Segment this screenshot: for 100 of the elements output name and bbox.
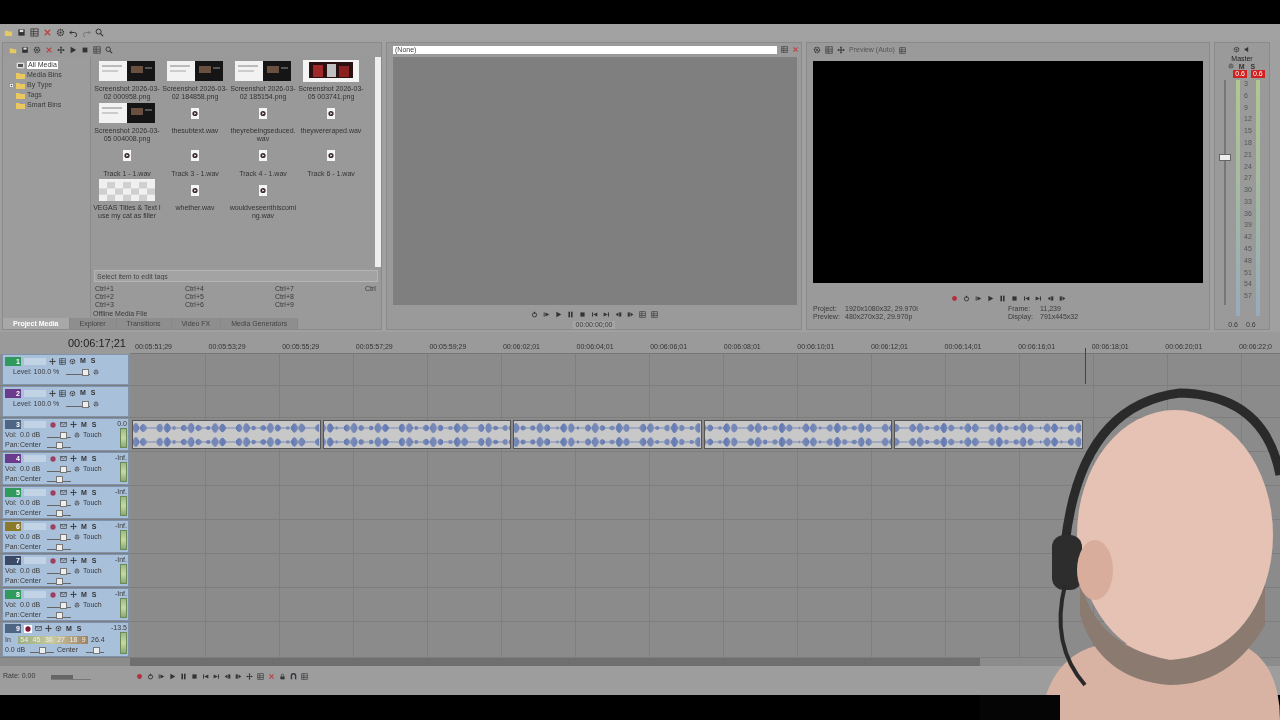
envelope-icon[interactable] bbox=[60, 421, 67, 428]
move-icon[interactable] bbox=[70, 557, 77, 564]
track-name-field[interactable] bbox=[24, 557, 46, 564]
play-from-start-icon[interactable] bbox=[542, 310, 550, 318]
audio-clip[interactable] bbox=[322, 420, 512, 449]
stop-icon[interactable] bbox=[1010, 294, 1018, 302]
record-icon[interactable] bbox=[950, 294, 958, 302]
gear-icon[interactable] bbox=[74, 465, 80, 472]
move-icon[interactable] bbox=[70, 421, 77, 428]
envelope-icon[interactable] bbox=[60, 557, 67, 564]
gear-icon[interactable] bbox=[74, 533, 80, 540]
grid-icon[interactable] bbox=[781, 46, 788, 53]
slider-thumb[interactable] bbox=[55, 441, 63, 449]
gear-icon[interactable] bbox=[74, 567, 80, 574]
track-name-field[interactable] bbox=[24, 523, 46, 530]
next-icon[interactable] bbox=[602, 310, 610, 318]
move-icon[interactable] bbox=[70, 523, 77, 530]
slider-thumb[interactable] bbox=[92, 647, 100, 655]
move-icon[interactable] bbox=[57, 46, 65, 54]
gear-icon[interactable] bbox=[93, 401, 99, 407]
track-name-field[interactable] bbox=[24, 389, 46, 397]
slider-thumb[interactable] bbox=[55, 543, 63, 551]
gear-icon[interactable] bbox=[74, 431, 80, 438]
loop-icon[interactable] bbox=[147, 672, 154, 680]
slider-thumb[interactable] bbox=[55, 611, 63, 619]
gear-icon[interactable] bbox=[69, 357, 76, 365]
play-icon[interactable] bbox=[169, 672, 176, 680]
close-icon[interactable] bbox=[268, 672, 275, 680]
audio-clip[interactable] bbox=[513, 420, 702, 449]
stop-icon[interactable] bbox=[578, 310, 586, 318]
loop-icon[interactable] bbox=[962, 294, 970, 302]
frame-back-icon[interactable] bbox=[614, 310, 622, 318]
grid-icon[interactable] bbox=[898, 46, 906, 54]
record-icon[interactable] bbox=[136, 672, 143, 680]
playhead-line[interactable] bbox=[1084, 348, 1086, 384]
gear-icon[interactable] bbox=[93, 369, 99, 375]
play-from-start-icon[interactable] bbox=[974, 294, 982, 302]
move-icon[interactable] bbox=[70, 591, 77, 598]
next-icon[interactable] bbox=[213, 672, 220, 680]
save-icon[interactable] bbox=[17, 27, 26, 37]
previous-icon[interactable] bbox=[1022, 294, 1030, 302]
close-icon[interactable] bbox=[43, 27, 52, 37]
lock-icon[interactable] bbox=[279, 672, 286, 680]
grid-icon[interactable] bbox=[257, 672, 264, 680]
next-icon[interactable] bbox=[1034, 294, 1042, 302]
audio-clip[interactable] bbox=[894, 420, 1083, 449]
envelope-icon[interactable] bbox=[35, 625, 42, 633]
gear-icon[interactable] bbox=[56, 27, 65, 37]
move-icon[interactable] bbox=[49, 357, 56, 365]
play-from-start-icon[interactable] bbox=[158, 672, 165, 680]
move-icon[interactable] bbox=[49, 389, 56, 397]
track-name-field[interactable] bbox=[24, 455, 46, 462]
magnet-icon[interactable] bbox=[290, 672, 297, 680]
search-icon[interactable] bbox=[105, 46, 113, 54]
pause-icon[interactable] bbox=[180, 672, 187, 680]
slider-thumb[interactable] bbox=[82, 369, 90, 376]
pause-icon[interactable] bbox=[998, 294, 1006, 302]
expand-icon[interactable] bbox=[9, 82, 14, 88]
gear-icon[interactable] bbox=[813, 46, 821, 54]
scrollbar[interactable] bbox=[130, 658, 980, 666]
slider-thumb[interactable] bbox=[59, 465, 67, 473]
grid-icon[interactable] bbox=[301, 672, 308, 680]
grid-icon[interactable] bbox=[59, 389, 66, 397]
slider-thumb[interactable] bbox=[82, 401, 90, 408]
grid-icon[interactable] bbox=[93, 46, 101, 54]
track-name-field[interactable] bbox=[24, 421, 46, 428]
grid-icon[interactable] bbox=[825, 46, 833, 54]
slider-thumb[interactable] bbox=[55, 577, 63, 585]
grid-icon[interactable] bbox=[59, 357, 66, 365]
gear-icon[interactable] bbox=[33, 46, 41, 54]
gear-icon[interactable] bbox=[74, 499, 80, 506]
gear-icon[interactable] bbox=[1233, 45, 1240, 53]
track-name-field[interactable] bbox=[24, 591, 46, 598]
slider-thumb[interactable] bbox=[55, 475, 63, 483]
move-icon[interactable] bbox=[70, 455, 77, 462]
slider-thumb[interactable] bbox=[59, 431, 67, 439]
track-name-field[interactable] bbox=[24, 357, 46, 365]
frame-back-icon[interactable] bbox=[1046, 294, 1054, 302]
stop-icon[interactable] bbox=[81, 46, 89, 54]
play-icon[interactable] bbox=[69, 46, 77, 54]
track-name-field[interactable] bbox=[24, 489, 46, 496]
grid-icon[interactable] bbox=[638, 310, 646, 318]
slider-thumb[interactable] bbox=[59, 567, 67, 575]
previous-icon[interactable] bbox=[590, 310, 598, 318]
save-icon[interactable] bbox=[21, 46, 29, 54]
envelope-icon[interactable] bbox=[60, 591, 67, 598]
loop-icon[interactable] bbox=[530, 310, 538, 318]
envelope-icon[interactable] bbox=[60, 489, 67, 496]
gear-icon[interactable] bbox=[69, 389, 76, 397]
play-icon[interactable] bbox=[554, 310, 562, 318]
gear-icon[interactable] bbox=[1227, 62, 1234, 69]
move-icon[interactable] bbox=[837, 46, 845, 54]
record-arm-button[interactable] bbox=[24, 624, 32, 633]
move-icon[interactable] bbox=[45, 625, 52, 633]
gear-icon[interactable] bbox=[74, 601, 80, 608]
grid-icon[interactable] bbox=[650, 310, 658, 318]
pause-icon[interactable] bbox=[566, 310, 574, 318]
speaker-icon[interactable] bbox=[1244, 45, 1251, 53]
slider-thumb[interactable] bbox=[59, 533, 67, 541]
envelope-icon[interactable] bbox=[60, 455, 67, 462]
